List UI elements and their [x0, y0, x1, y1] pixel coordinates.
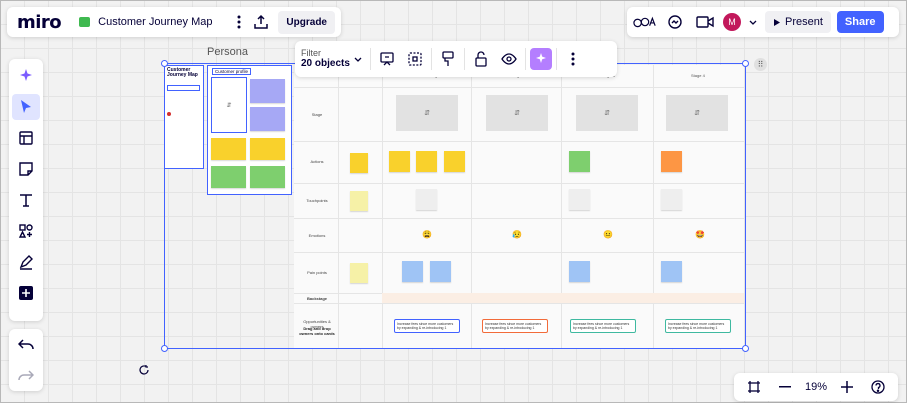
creation-toolbar — [9, 59, 43, 321]
present-button[interactable]: Present — [765, 11, 831, 33]
reactions-icon[interactable] — [633, 10, 657, 34]
board-icon — [79, 17, 91, 27]
export-icon[interactable] — [250, 10, 272, 34]
frame-label-persona[interactable]: Persona — [207, 46, 248, 58]
zoom-out-icon[interactable] — [773, 375, 797, 399]
more-options-icon[interactable] — [228, 10, 250, 34]
ai-sparkle-icon[interactable] — [12, 63, 40, 89]
undo-icon[interactable] — [14, 333, 38, 357]
help-icon[interactable] — [866, 375, 890, 399]
board-header: miro Customer Journey Map Upgrade — [7, 7, 341, 37]
history-toolbar — [9, 329, 43, 391]
zoom-controls: 19% — [734, 373, 898, 401]
chevron-down-icon — [354, 57, 362, 62]
rotate-handle-icon[interactable] — [138, 364, 150, 376]
zoom-in-icon[interactable] — [835, 375, 859, 399]
text-tool-icon[interactable] — [12, 187, 40, 213]
board-title[interactable]: Customer Journey Map — [98, 16, 212, 28]
upgrade-button[interactable]: Upgrade — [278, 10, 335, 34]
templates-icon[interactable] — [12, 125, 40, 151]
present-label: Present — [785, 16, 823, 28]
resize-handle[interactable] — [742, 60, 749, 67]
paint-format-icon[interactable] — [436, 47, 460, 71]
selection-count: 20 objects — [301, 58, 350, 69]
frame-options-icon[interactable]: ⠿ — [754, 58, 767, 71]
miro-logo[interactable]: miro — [17, 12, 62, 33]
chevron-down-icon[interactable] — [747, 10, 759, 34]
zoom-level[interactable]: 19% — [805, 381, 827, 393]
filter-label: Filter — [301, 48, 321, 58]
resize-handle[interactable] — [161, 345, 168, 352]
select-cursor-icon[interactable] — [12, 94, 40, 120]
more-options-icon[interactable] — [561, 47, 585, 71]
presentation-icon[interactable] — [375, 47, 399, 71]
play-icon — [774, 18, 780, 26]
resize-handle[interactable] — [742, 345, 749, 352]
video-call-icon[interactable] — [693, 10, 717, 34]
selection-bounding-box[interactable] — [161, 60, 749, 352]
share-button[interactable]: Share — [836, 11, 884, 33]
add-more-icon[interactable] — [12, 280, 40, 306]
selection-context-toolbar: Filter 20 objects — [295, 41, 617, 77]
collab-header: M Present Share — [627, 7, 899, 37]
ai-assist-icon[interactable] — [529, 48, 552, 70]
fit-to-screen-icon[interactable] — [742, 375, 766, 399]
pen-icon[interactable] — [12, 249, 40, 275]
chat-icon[interactable] — [663, 10, 687, 34]
visibility-icon[interactable] — [497, 47, 521, 71]
frame-select-icon[interactable] — [403, 47, 427, 71]
lock-icon[interactable] — [469, 47, 493, 71]
sticky-note-icon[interactable] — [12, 156, 40, 182]
shapes-icon[interactable] — [12, 218, 40, 244]
resize-handle[interactable] — [161, 60, 168, 67]
user-avatar[interactable]: M — [723, 13, 741, 31]
filter-dropdown[interactable]: Filter 20 objects — [301, 48, 366, 70]
redo-icon[interactable] — [14, 364, 38, 388]
